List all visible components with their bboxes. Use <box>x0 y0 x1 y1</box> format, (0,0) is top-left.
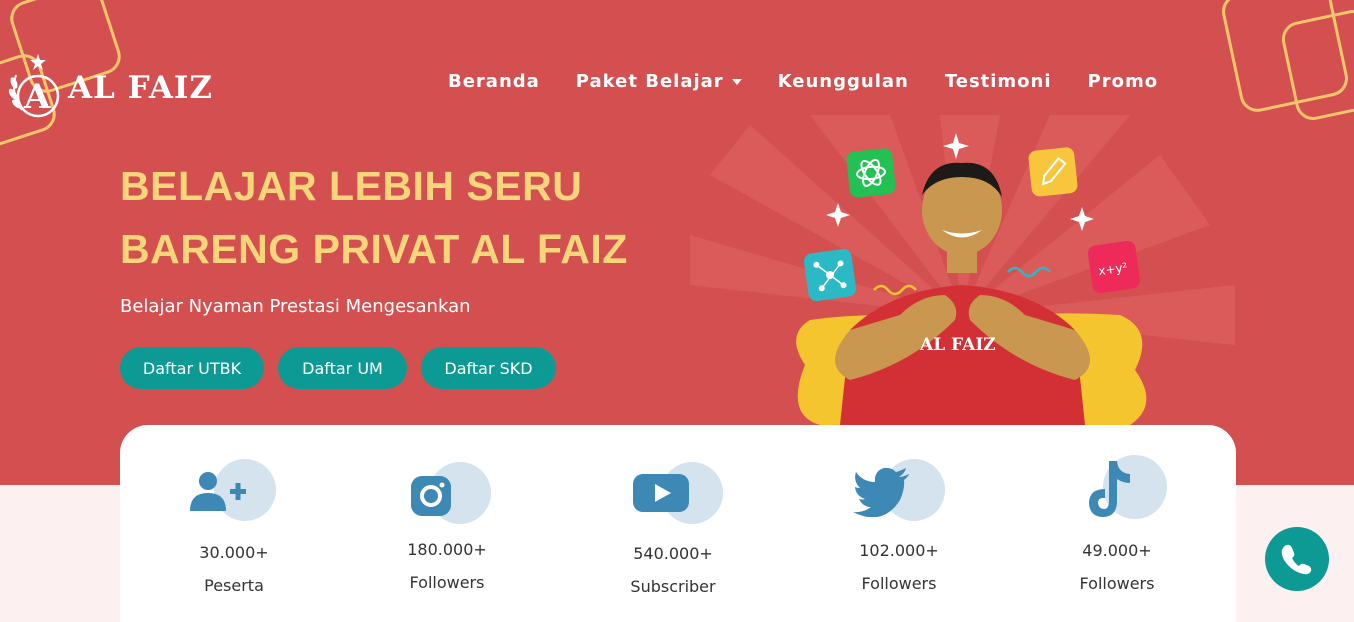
stat-count: 30.000+ <box>199 543 269 562</box>
laurel-logo-icon: A <box>8 50 66 120</box>
stat-label: Followers <box>861 574 937 593</box>
main-nav: Beranda Paket Belajar Keunggulan Testimo… <box>448 71 1194 92</box>
stat-count: 49.000+ <box>1082 541 1152 560</box>
nav-label: Beranda <box>448 71 540 92</box>
stat-item: 30.000+ Peserta <box>144 457 324 595</box>
brand-name: AL FAIZ <box>68 70 214 106</box>
phone-icon <box>1281 544 1312 575</box>
nav-paket-belajar-dropdown[interactable]: Paket Belajar <box>576 71 742 92</box>
stat-icon-wrap <box>184 457 284 523</box>
nav-keunggulan[interactable]: Keunggulan <box>778 71 909 92</box>
svg-text:A: A <box>23 77 51 117</box>
caret-down-icon <box>731 78 742 85</box>
stat-icon-wrap <box>1067 453 1167 519</box>
hero-subtitle: Belajar Nyaman Prestasi Mengesankan <box>120 296 471 317</box>
network-icon <box>803 248 857 302</box>
stat-count: 540.000+ <box>633 544 713 563</box>
hero-title-line2: BARENG PRIVAT AL FAIZ <box>120 226 628 272</box>
stat-label: Followers <box>1079 574 1155 593</box>
hero-section: A AL FAIZ Beranda Paket Belajar Keunggul… <box>0 0 1354 485</box>
stat-label: Peserta <box>204 576 264 595</box>
nav-label: Keunggulan <box>777 71 909 92</box>
twitter-icon <box>853 467 909 517</box>
brand-logo[interactable]: A AL FAIZ <box>8 50 213 120</box>
nav-label: Paket Belajar <box>575 71 724 92</box>
hero-title-line1: BELAJAR LEBIH SERU <box>120 163 583 209</box>
stat-count: 102.000+ <box>859 541 939 560</box>
hero-buttons: Daftar UTBK Daftar UM Daftar SKD <box>120 347 570 389</box>
pencil-icon <box>1028 147 1078 197</box>
stat-label: Followers <box>409 573 485 592</box>
nav-label: Promo <box>1087 71 1159 92</box>
stat-icon-wrap <box>849 457 949 523</box>
stat-item: 540.000+ Subscriber <box>583 460 763 596</box>
stats-card: 30.000+ Peserta 180.000+ Followers 540.0… <box>120 425 1236 622</box>
stat-icon-wrap <box>623 460 723 526</box>
nav-beranda[interactable]: Beranda <box>448 71 540 92</box>
stat-item: 180.000+ Followers <box>357 460 537 592</box>
nav-testimoni[interactable]: Testimoni <box>945 71 1052 92</box>
nav-promo[interactable]: Promo <box>1088 71 1159 92</box>
hero-illustration: AL FAIZ x+y² <box>690 115 1235 425</box>
tiktok-icon <box>1089 461 1130 517</box>
stat-icon-wrap <box>397 460 497 526</box>
daftar-skd-button[interactable]: Daftar SKD <box>421 347 556 389</box>
stat-count: 180.000+ <box>407 540 487 559</box>
shirt-brand-text: AL FAIZ <box>919 335 996 355</box>
stat-label: Subscriber <box>630 577 716 596</box>
atom-icon <box>846 148 896 198</box>
instagram-icon <box>411 476 451 516</box>
phone-fab-button[interactable] <box>1265 527 1329 591</box>
decor-square <box>1278 6 1354 124</box>
daftar-utbk-button[interactable]: Daftar UTBK <box>120 347 264 389</box>
formula-icon: x+y² <box>1087 240 1141 294</box>
daftar-um-button[interactable]: Daftar UM <box>278 347 407 389</box>
stat-item: 102.000+ Followers <box>809 457 989 593</box>
stat-item: 49.000+ Followers <box>1027 453 1207 593</box>
user-plus-icon <box>190 472 246 511</box>
youtube-icon <box>633 474 689 512</box>
nav-label: Testimoni <box>944 71 1052 92</box>
